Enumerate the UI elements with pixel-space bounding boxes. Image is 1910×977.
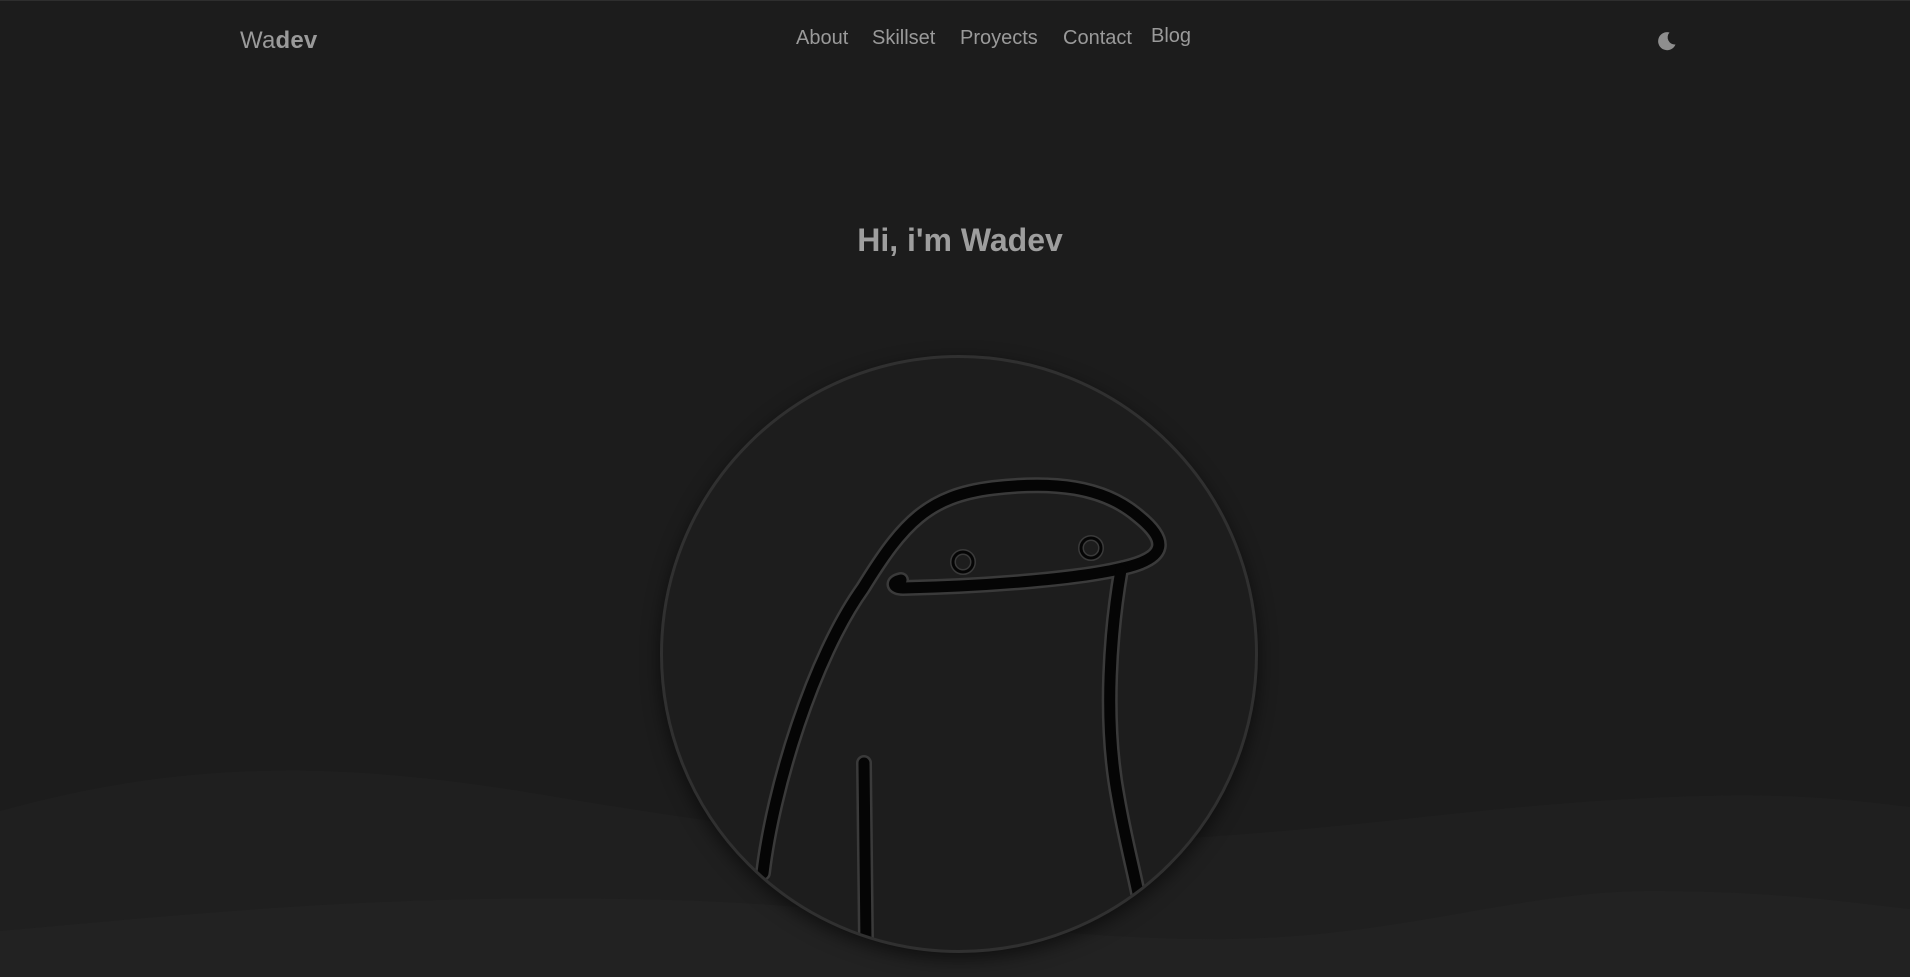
- nav-contact[interactable]: Contact: [1063, 27, 1132, 50]
- navbar: Wadev About Skillset Proyects Contact Bl…: [0, 1, 1910, 79]
- theme-toggle-button[interactable]: [1655, 29, 1679, 53]
- greeting-text: Hi, i'm: [857, 222, 952, 259]
- moon-icon: [1658, 32, 1676, 51]
- nav-menu: About Skillset Proyects Contact Blog: [0, 25, 1910, 57]
- nav-proyects[interactable]: Proyects: [960, 27, 1038, 50]
- hero-greeting: Hi, i'm Wadev: [0, 222, 1910, 259]
- hero-name: Wadev: [960, 222, 1063, 259]
- nav-about[interactable]: About: [796, 27, 848, 50]
- nav-skillset[interactable]: Skillset: [872, 27, 935, 50]
- flork-doodle-illustration: [755, 477, 1167, 950]
- page: Wadev About Skillset Proyects Contact Bl…: [0, 0, 1910, 977]
- nav-blog[interactable]: Blog: [1151, 25, 1191, 48]
- avatar-frame: [660, 355, 1258, 953]
